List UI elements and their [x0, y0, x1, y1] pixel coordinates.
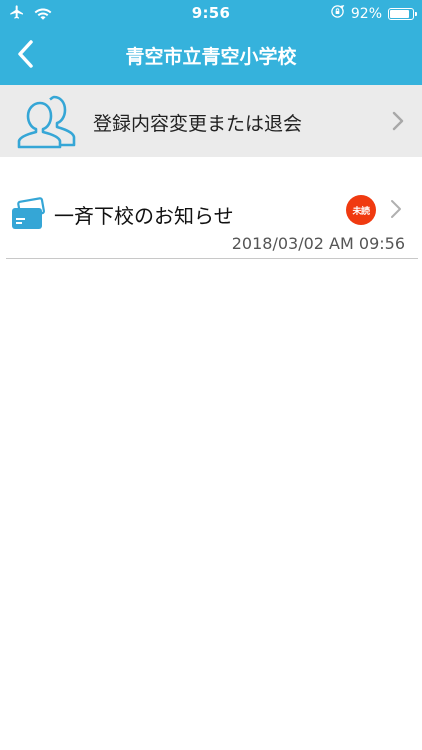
- chevron-right-icon: [392, 111, 404, 135]
- page-title: 青空市立青空小学校: [125, 46, 297, 68]
- battery-icon: [388, 7, 417, 20]
- battery-percent: 92%: [350, 5, 382, 22]
- chevron-left-icon: [16, 39, 36, 73]
- notice-card-icon: [10, 195, 46, 233]
- app-screen: 9:56 92% 青空市立青空小学校 登録内容変更または退会 一斉下校のお知らせ…: [0, 0, 422, 750]
- status-right: 92%: [330, 4, 417, 23]
- rotation-lock-icon: [330, 4, 345, 23]
- notice-title: 一斉下校のお知らせ: [54, 204, 234, 228]
- status-bar: 9:56 92%: [0, 0, 422, 28]
- notice-timestamp: 2018/03/02 AM 09:56: [231, 234, 405, 253]
- nav-bar: 青空市立青空小学校: [0, 28, 422, 85]
- users-icon: [16, 93, 78, 149]
- change-registration-label: 登録内容変更または退会: [93, 113, 303, 135]
- battery-fill: [390, 9, 410, 18]
- unread-badge: 未読: [346, 195, 376, 225]
- change-registration-row[interactable]: 登録内容変更または退会: [0, 85, 422, 157]
- header: 9:56 92% 青空市立青空小学校: [0, 0, 422, 85]
- chevron-right-icon: [390, 199, 402, 223]
- notice-list-item[interactable]: 一斉下校のお知らせ 未読 2018/03/02 AM 09:56: [6, 183, 418, 259]
- back-button[interactable]: [4, 34, 48, 78]
